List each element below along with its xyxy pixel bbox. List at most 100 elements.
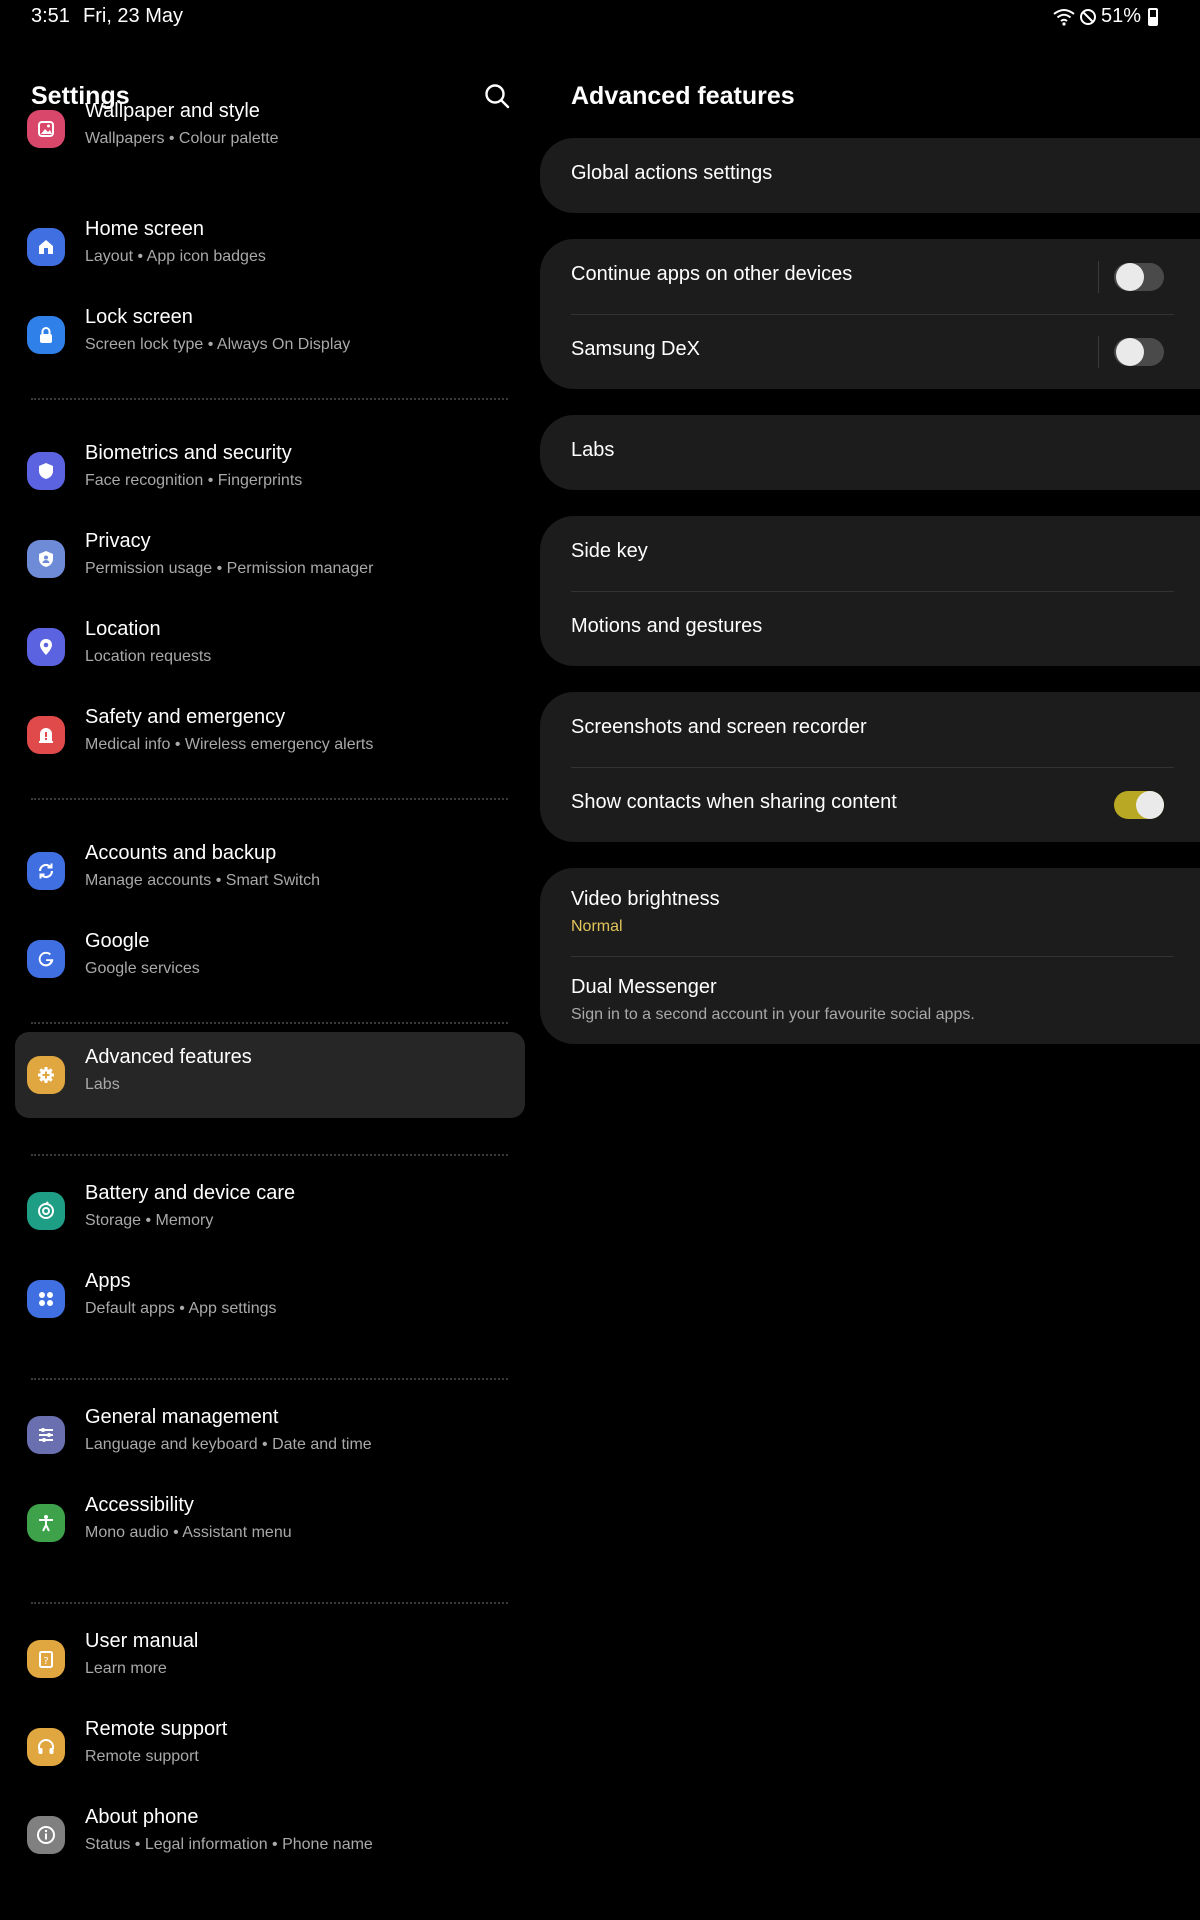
settings-item-subtitle: Medical info • Wireless emergency alerts (85, 736, 374, 753)
sliders-icon (27, 1416, 65, 1454)
settings-item-battery-and-device-care[interactable]: Battery and device care Storage • Memory (15, 1168, 525, 1254)
side-key-label: Side key (571, 540, 648, 562)
row-separator (1098, 336, 1099, 368)
toggle-knob (1116, 263, 1144, 291)
lock-icon (27, 316, 65, 354)
settings-item-accessibility[interactable]: Accessibility Mono audio • Assistant menu (15, 1480, 525, 1566)
show-contacts-item[interactable]: Show contacts when sharing content (540, 767, 1200, 842)
settings-item-location[interactable]: Location Location requests (15, 604, 525, 690)
settings-item-biometrics-and-security[interactable]: Biometrics and security Face recognition … (15, 428, 525, 514)
wallpaper-icon (27, 110, 65, 148)
continue-apps-item[interactable]: Continue apps on other devices (540, 239, 1200, 314)
section-divider (31, 1154, 508, 1156)
settings-item-subtitle: Learn more (85, 1660, 167, 1677)
global-actions-settings-item[interactable]: Global actions settings (540, 138, 1200, 213)
google-icon (27, 940, 65, 978)
settings-item-subtitle: Status • Legal information • Phone name (85, 1836, 373, 1853)
manual-icon: ? (27, 1640, 65, 1678)
headset-icon (27, 1728, 65, 1766)
toggle-knob (1116, 338, 1144, 366)
status-bar: 3:51 Fri, 23 May 51% (0, 0, 1200, 34)
labs-item[interactable]: Labs (540, 415, 1200, 490)
settings-item-subtitle: Face recognition • Fingerprints (85, 472, 303, 489)
settings-item-title: User manual (85, 1630, 199, 1652)
show-contacts-toggle[interactable] (1114, 791, 1164, 819)
status-icons: 51% (1053, 5, 1158, 28)
svg-text:?: ? (43, 1656, 48, 1667)
dual-messenger-label: Dual Messenger (571, 976, 717, 998)
card-global-actions: Global actions settings (540, 138, 1200, 213)
samsung-dex-toggle[interactable] (1114, 338, 1164, 366)
sync-icon (27, 852, 65, 890)
info-icon (27, 1816, 65, 1854)
settings-item-subtitle: Language and keyboard • Date and time (85, 1436, 372, 1453)
privacy-icon (27, 540, 65, 578)
settings-item-apps[interactable]: Apps Default apps • App settings (15, 1256, 525, 1342)
emergency-icon (27, 716, 65, 754)
settings-item-accounts-and-backup[interactable]: Accounts and backup Manage accounts • Sma… (15, 828, 525, 914)
shield-icon (27, 452, 65, 490)
settings-item-privacy[interactable]: Privacy Permission usage • Permission man… (15, 516, 525, 602)
settings-item-title: Lock screen (85, 306, 193, 328)
video-brightness-value: Normal (571, 918, 623, 935)
settings-item-title: General management (85, 1406, 279, 1428)
settings-item-home-screen[interactable]: Home screen Layout • App icon badges (15, 204, 525, 290)
settings-item-advanced-features[interactable]: Advanced features Labs (15, 1032, 525, 1118)
settings-item-subtitle: Wallpapers • Colour palette (85, 130, 279, 147)
settings-item-wallpaper-and-style[interactable]: Wallpaper and style Wallpapers • Colour p… (15, 86, 525, 172)
samsung-dex-item[interactable]: Samsung DeX (540, 314, 1200, 389)
battery-icon (1148, 7, 1158, 26)
settings-item-title: Remote support (85, 1718, 228, 1740)
settings-item-subtitle: Mono audio • Assistant menu (85, 1524, 292, 1541)
settings-item-subtitle: Screen lock type • Always On Display (85, 336, 351, 353)
settings-item-user-manual[interactable]: ? User manual Learn more (15, 1616, 525, 1702)
do-not-disturb-icon (1079, 8, 1096, 25)
settings-item-title: About phone (85, 1806, 199, 1828)
video-brightness-label: Video brightness (571, 888, 720, 910)
section-divider (31, 1602, 508, 1604)
settings-item-subtitle: Layout • App icon badges (85, 248, 266, 265)
settings-item-title: Apps (85, 1270, 131, 1292)
settings-item-subtitle: Labs (85, 1076, 120, 1093)
samsung-dex-label: Samsung DeX (571, 338, 700, 360)
settings-item-google[interactable]: Google Google services (15, 916, 525, 1002)
section-divider (31, 798, 508, 800)
settings-item-title: Accessibility (85, 1494, 194, 1516)
section-divider (31, 1378, 508, 1380)
section-divider (31, 398, 508, 400)
settings-item-about-phone[interactable]: About phone Status • Legal information • … (15, 1792, 525, 1878)
dual-messenger-description: Sign in to a second account in your favo… (571, 1006, 975, 1023)
screenshots-recorder-label: Screenshots and screen recorder (571, 716, 867, 738)
settings-item-subtitle: Remote support (85, 1748, 199, 1765)
settings-item-general-management[interactable]: General management Language and keyboard … (15, 1392, 525, 1478)
card-video-messenger: Video brightness Normal Dual Messenger S… (540, 868, 1200, 1044)
location-pin-icon (27, 628, 65, 666)
settings-item-lock-screen[interactable]: Lock screen Screen lock type • Always On … (15, 292, 525, 378)
dual-messenger-item[interactable]: Dual Messenger Sign in to a second accou… (540, 956, 1200, 1044)
settings-item-title: Battery and device care (85, 1182, 296, 1204)
settings-item-safety-and-emergency[interactable]: Safety and emergency Medical info • Wirel… (15, 692, 525, 778)
card-screenshots: Screenshots and screen recorder Show con… (540, 692, 1200, 842)
settings-item-subtitle: Storage • Memory (85, 1212, 214, 1229)
settings-item-subtitle: Google services (85, 960, 200, 977)
card-continuity: Continue apps on other devices Samsung D… (540, 239, 1200, 389)
section-divider (31, 1022, 508, 1024)
settings-item-title: Wallpaper and style (85, 100, 260, 122)
labs-label: Labs (571, 439, 615, 461)
settings-item-subtitle: Default apps • App settings (85, 1300, 277, 1317)
gear-plus-icon (27, 1056, 65, 1094)
motions-gestures-label: Motions and gestures (571, 615, 763, 637)
card-labs: Labs (540, 415, 1200, 490)
side-key-item[interactable]: Side key (540, 516, 1200, 591)
video-brightness-item[interactable]: Video brightness Normal (540, 868, 1200, 956)
status-date: Fri, 23 May (83, 5, 184, 27)
device-care-icon (27, 1192, 65, 1230)
settings-item-remote-support[interactable]: Remote support Remote support (15, 1704, 525, 1790)
settings-item-title: Privacy (85, 530, 151, 552)
continue-apps-toggle[interactable] (1114, 263, 1164, 291)
motions-gestures-item[interactable]: Motions and gestures (540, 591, 1200, 666)
toggle-knob (1136, 791, 1164, 819)
home-icon (27, 228, 65, 266)
settings-item-subtitle: Permission usage • Permission manager (85, 560, 374, 577)
screenshots-recorder-item[interactable]: Screenshots and screen recorder (540, 692, 1200, 767)
